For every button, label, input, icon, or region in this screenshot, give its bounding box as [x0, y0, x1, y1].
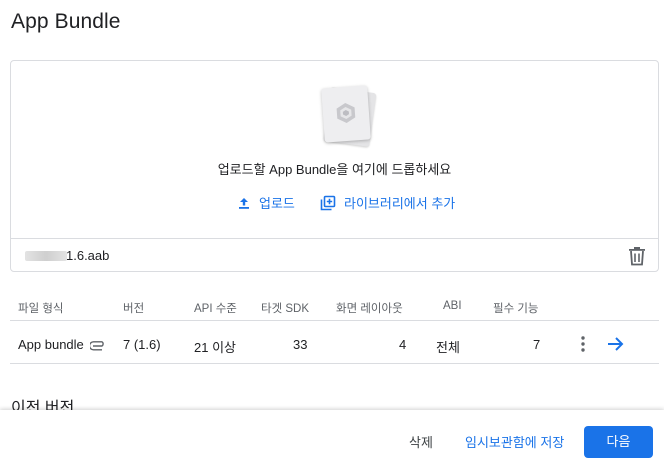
footer-bar: 삭제 임시보관함에 저장 다음 — [0, 410, 664, 464]
cell-required-features: 7 — [533, 337, 541, 352]
page-title: App Bundle — [11, 10, 121, 33]
header-file-type: 파일 형식 — [18, 303, 64, 315]
arrow-forward-icon[interactable] — [606, 335, 626, 353]
cell-target-sdk: 33 — [293, 337, 308, 352]
document-stack-icon — [321, 85, 379, 147]
save-draft-button[interactable]: 임시보관함에 저장 — [465, 432, 564, 451]
table-header: 파일 형식 버전 API 수준 타겟 SDK 화면 레이아웃 ABI 필수 기능 — [10, 292, 659, 320]
cell-api-level: 21 이상 — [194, 340, 236, 355]
header-screen-layouts: 화면 레이아웃 — [336, 303, 403, 315]
header-version: 버전 — [123, 303, 145, 315]
uploaded-file-row: 1.6.aab — [11, 238, 658, 272]
header-required-features: 필수 기능 — [493, 303, 539, 315]
drop-instructions: 업로드할 App Bundle을 여기에 드롭하세요 — [217, 162, 452, 177]
cell-file-type: App bundle — [18, 337, 106, 352]
add-from-library-button[interactable]: 라이브러리에서 추가 — [320, 193, 455, 212]
library-add-icon — [320, 195, 336, 210]
delete-button[interactable]: 삭제 — [409, 432, 433, 451]
next-button[interactable]: 다음 — [584, 426, 653, 458]
table-row[interactable]: App bundle 7 (1.6) 21 이상 33 4 전체 7 — [10, 320, 659, 364]
cell-abi: 전체 — [436, 340, 460, 355]
header-target-sdk: 타겟 SDK — [261, 303, 310, 315]
paperclip-icon — [89, 340, 105, 351]
header-api-level: API 수준 — [194, 303, 237, 315]
header-abi: ABI — [443, 300, 462, 312]
more-vert-icon[interactable] — [578, 334, 588, 354]
file-type-label: App bundle — [18, 337, 84, 352]
upload-icon — [239, 197, 249, 209]
add-from-library-label: 라이브러리에서 추가 — [344, 196, 456, 211]
upload-button[interactable]: 업로드 — [237, 193, 295, 212]
cell-version: 7 (1.6) — [123, 337, 161, 352]
trash-icon[interactable] — [628, 246, 646, 266]
cell-screen-layouts: 4 — [399, 337, 407, 352]
upload-button-label: 업로드 — [259, 196, 295, 211]
file-name-redacted — [25, 251, 67, 261]
upload-dropzone[interactable]: 업로드할 App Bundle을 여기에 드롭하세요 업로드 라이브러리에서 추… — [10, 60, 659, 272]
file-name: 1.6.aab — [66, 248, 110, 263]
bundle-table: 파일 형식 버전 API 수준 타겟 SDK 화면 레이아웃 ABI 필수 기능… — [10, 292, 659, 364]
